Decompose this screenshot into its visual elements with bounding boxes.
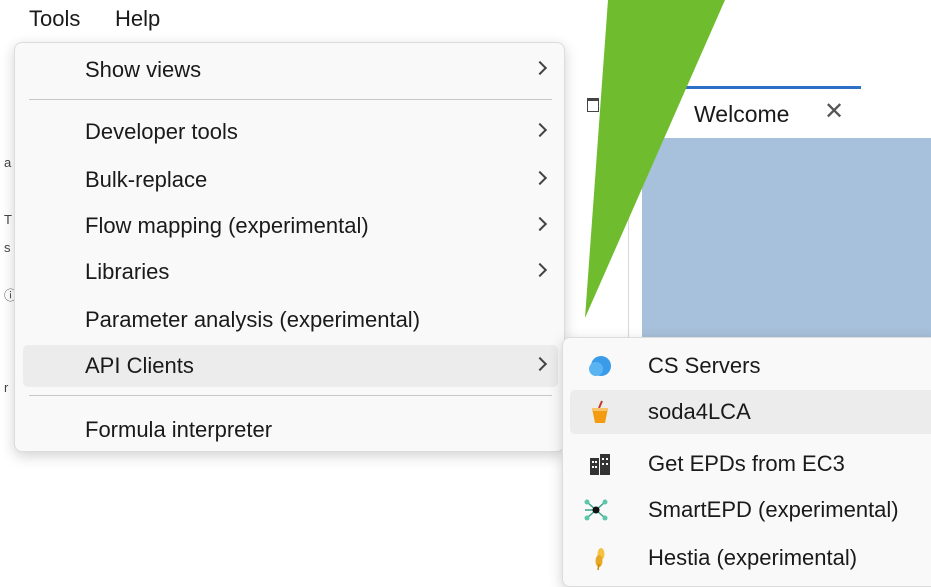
menu-item-label: Developer tools xyxy=(85,119,238,144)
menu-separator xyxy=(29,99,552,100)
submenu-item-label: SmartEPD (experimental) xyxy=(648,497,899,522)
submenu-item-soda4lca[interactable]: soda4LCA xyxy=(570,390,931,434)
chevron-right-icon xyxy=(532,216,548,232)
tab-welcome[interactable]: Welcome ✕ xyxy=(648,86,861,138)
menu-item-parameter-analysis[interactable]: Parameter analysis (experimental) xyxy=(23,299,558,341)
chevron-right-icon xyxy=(532,170,548,186)
chevron-right-icon xyxy=(532,60,548,76)
welcome-pane xyxy=(642,138,931,340)
chevron-right-icon xyxy=(532,262,548,278)
menu-item-label: Bulk-replace xyxy=(85,167,208,192)
menu-item-label: Flow mapping (experimental) xyxy=(85,213,369,238)
menu-tools[interactable]: Tools xyxy=(29,6,80,32)
partial-text: T xyxy=(4,212,12,227)
tools-menu: Show views Developer tools Bulk-replace … xyxy=(14,42,565,452)
submenu-item-smartepd[interactable]: SmartEPD (experimental) xyxy=(570,488,931,532)
submenu-item-label: soda4LCA xyxy=(648,399,751,424)
menu-item-api-clients[interactable]: API Clients xyxy=(23,345,558,387)
menu-item-label: Libraries xyxy=(85,259,170,284)
menu-item-bulk-replace[interactable]: Bulk-replace xyxy=(23,159,558,201)
submenu-item-label: CS Servers xyxy=(648,353,761,378)
submenu-item-label: Get EPDs from EC3 xyxy=(648,451,845,476)
pane-divider xyxy=(628,90,629,340)
menu-item-libraries[interactable]: Libraries xyxy=(23,251,558,293)
submenu-item-ec3[interactable]: Get EPDs from EC3 xyxy=(570,442,931,486)
soda-cup-icon xyxy=(592,400,608,423)
window-icon[interactable] xyxy=(587,98,599,112)
menu-item-label: Show views xyxy=(85,57,202,82)
menu-item-formula-interpreter[interactable]: Formula interpreter xyxy=(23,409,558,451)
menu-item-show-views[interactable]: Show views xyxy=(23,49,558,91)
menu-item-label: Formula interpreter xyxy=(85,417,273,442)
partial-text: s xyxy=(4,240,11,255)
tab-welcome-label: Welcome xyxy=(694,101,790,127)
partial-text: r xyxy=(4,380,9,395)
menu-bar: Tools Help xyxy=(0,0,931,40)
building-icon xyxy=(590,454,610,475)
submenu-item-cs-servers[interactable]: CS Servers xyxy=(570,344,931,388)
network-icon xyxy=(584,499,608,521)
partial-text: a xyxy=(4,155,12,170)
wheat-icon xyxy=(595,548,605,570)
cloud-icon xyxy=(589,356,611,376)
menu-item-label: API Clients xyxy=(85,353,194,378)
menu-item-label: Parameter analysis (experimental) xyxy=(85,307,421,332)
api-clients-submenu: CS Servers soda4LCA Get EPDs from EC3 Sm… xyxy=(562,337,931,587)
pin-icon xyxy=(662,105,672,123)
close-icon[interactable]: ✕ xyxy=(824,97,844,126)
menu-item-flow-mapping[interactable]: Flow mapping (experimental) xyxy=(23,205,558,247)
menu-help[interactable]: Help xyxy=(115,6,160,32)
menu-separator xyxy=(29,395,552,396)
chevron-right-icon xyxy=(532,122,548,138)
submenu-item-hestia[interactable]: Hestia (experimental) xyxy=(570,536,931,580)
menu-item-developer-tools[interactable]: Developer tools xyxy=(23,111,558,153)
submenu-item-label: Hestia (experimental) xyxy=(648,545,858,570)
chevron-right-icon xyxy=(532,356,548,372)
